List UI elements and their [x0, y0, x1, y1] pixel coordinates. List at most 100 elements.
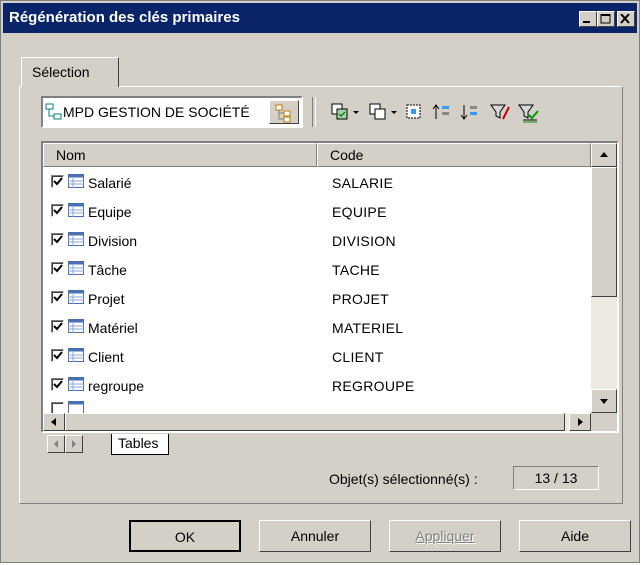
- table-row[interactable]: Division DIVISION: [43, 226, 591, 255]
- row-code: REGROUPE: [332, 378, 415, 394]
- table-icon: [68, 401, 84, 413]
- row-checkbox[interactable]: [51, 175, 64, 188]
- row-name: Equipe: [88, 204, 132, 220]
- help-button[interactable]: Aide: [519, 520, 631, 552]
- arrow-down-icon: [600, 399, 608, 404]
- scroll-corner: [591, 413, 617, 431]
- scroll-right-button[interactable]: [569, 413, 591, 431]
- arrow-right-icon: [578, 418, 583, 426]
- scroll-up-button[interactable]: [591, 143, 617, 167]
- model-selector[interactable]: MPD GESTION DE SOCIÉTÉ: [41, 96, 303, 128]
- arrow-left-icon: [54, 440, 58, 448]
- table-row[interactable]: Projet PROJET: [43, 284, 591, 313]
- table-icon: [68, 203, 84, 217]
- row-name: Client: [88, 349, 124, 365]
- row-code: CLIENT: [332, 349, 384, 365]
- maximize-button[interactable]: [597, 11, 615, 27]
- checkmark-icon: [53, 206, 63, 215]
- clear-filter-icon[interactable]: [517, 101, 541, 123]
- row-code: DIVISION: [332, 233, 396, 249]
- grid-header: Nom Code: [43, 143, 591, 167]
- row-checkbox[interactable]: [51, 233, 64, 246]
- scroll-left-button[interactable]: [43, 413, 65, 431]
- selection-status-label: Objet(s) sélectionné(s) :: [329, 471, 478, 487]
- table-icon: [68, 232, 84, 246]
- checkmark-icon: [53, 235, 63, 244]
- apply-label: Appliquer: [415, 528, 475, 544]
- apply-button[interactable]: Appliquer: [389, 520, 501, 552]
- row-checkbox[interactable]: [51, 204, 64, 217]
- table-row[interactable]: Client CLIENT: [43, 342, 591, 371]
- checkmark-icon: [53, 322, 63, 331]
- move-down-icon[interactable]: [459, 101, 481, 123]
- close-icon: [620, 14, 630, 24]
- checkmark-icon: [53, 293, 63, 302]
- dropdown-arrow-icon[interactable]: [389, 101, 401, 123]
- row-name: Tâche: [88, 262, 127, 278]
- horizontal-scrollbar[interactable]: [43, 413, 591, 431]
- row-name: Matériel: [88, 320, 138, 336]
- tab-selection[interactable]: Sélection: [21, 57, 119, 87]
- sheet-prev-button[interactable]: [47, 435, 65, 453]
- row-code: MATERIEL: [332, 320, 404, 336]
- table-icon: [68, 319, 84, 333]
- model-picker-button[interactable]: [269, 100, 299, 124]
- select-all-icon[interactable]: [329, 101, 351, 123]
- toolbar-separator: [312, 97, 316, 127]
- table-row-partial[interactable]: [43, 400, 591, 413]
- filter-icon[interactable]: [489, 101, 511, 123]
- close-button[interactable]: [617, 11, 635, 27]
- window-title: Régénération des clés primaires: [9, 9, 240, 26]
- row-code: EQUIPE: [332, 204, 387, 220]
- table-row[interactable]: Tâche TACHE: [43, 255, 591, 284]
- column-header-code[interactable]: Code: [317, 143, 591, 167]
- sheet-tabs-bar: Tables: [43, 434, 619, 455]
- sheet-tab-tables[interactable]: Tables: [111, 434, 170, 455]
- table-row[interactable]: Salarié SALARIE: [43, 168, 591, 197]
- ok-button[interactable]: OK: [129, 520, 241, 552]
- row-name: Division: [88, 233, 138, 249]
- checkmark-icon: [53, 264, 63, 273]
- table-icon: [68, 377, 84, 391]
- dialog-window: Régénération des clés primaires Sélectio…: [0, 0, 640, 563]
- select-current-icon[interactable]: [403, 101, 425, 123]
- selection-count: 13 / 13: [513, 466, 599, 490]
- horizontal-scroll-thumb[interactable]: [65, 413, 565, 431]
- table-row[interactable]: Matériel MATERIEL: [43, 313, 591, 342]
- title-bar[interactable]: Régénération des clés primaires: [3, 3, 637, 33]
- column-header-nom[interactable]: Nom: [43, 143, 317, 167]
- scroll-thumb[interactable]: [591, 167, 617, 297]
- row-checkbox[interactable]: [51, 402, 64, 413]
- vertical-scrollbar[interactable]: [591, 143, 617, 413]
- arrow-up-icon: [600, 152, 608, 157]
- sheet-next-button[interactable]: [65, 435, 83, 453]
- row-checkbox[interactable]: [51, 262, 64, 275]
- row-checkbox[interactable]: [51, 320, 64, 333]
- scroll-down-button[interactable]: [591, 389, 617, 413]
- maximize-icon: [600, 14, 611, 24]
- model-selector-value: MPD GESTION DE SOCIÉTÉ: [63, 104, 250, 120]
- row-checkbox[interactable]: [51, 349, 64, 362]
- row-name: Salarié: [88, 175, 132, 191]
- table-icon: [68, 174, 84, 188]
- table-icon: [68, 348, 84, 362]
- table-row[interactable]: regroupe REGROUPE: [43, 371, 591, 400]
- tab-label: Sélection: [32, 64, 90, 80]
- row-name: regroupe: [88, 378, 145, 394]
- tree-picker-icon: [275, 104, 291, 123]
- dropdown-arrow-icon[interactable]: [351, 101, 363, 123]
- minimize-icon: [583, 21, 590, 23]
- minimize-button[interactable]: [579, 11, 597, 27]
- arrow-right-icon: [72, 440, 76, 448]
- row-checkbox[interactable]: [51, 291, 64, 304]
- table-row[interactable]: Equipe EQUIPE: [43, 197, 591, 226]
- row-name: Projet: [88, 291, 125, 307]
- table-icon: [68, 261, 84, 275]
- row-code: SALARIE: [332, 175, 394, 191]
- move-up-icon[interactable]: [431, 101, 453, 123]
- deselect-all-icon[interactable]: [367, 101, 389, 123]
- checkmark-icon: [53, 177, 63, 186]
- cancel-button[interactable]: Annuler: [259, 520, 371, 552]
- row-checkbox[interactable]: [51, 378, 64, 391]
- objects-grid[interactable]: Nom Code Salarié SALARIE Equipe EQUIPE D…: [41, 141, 619, 433]
